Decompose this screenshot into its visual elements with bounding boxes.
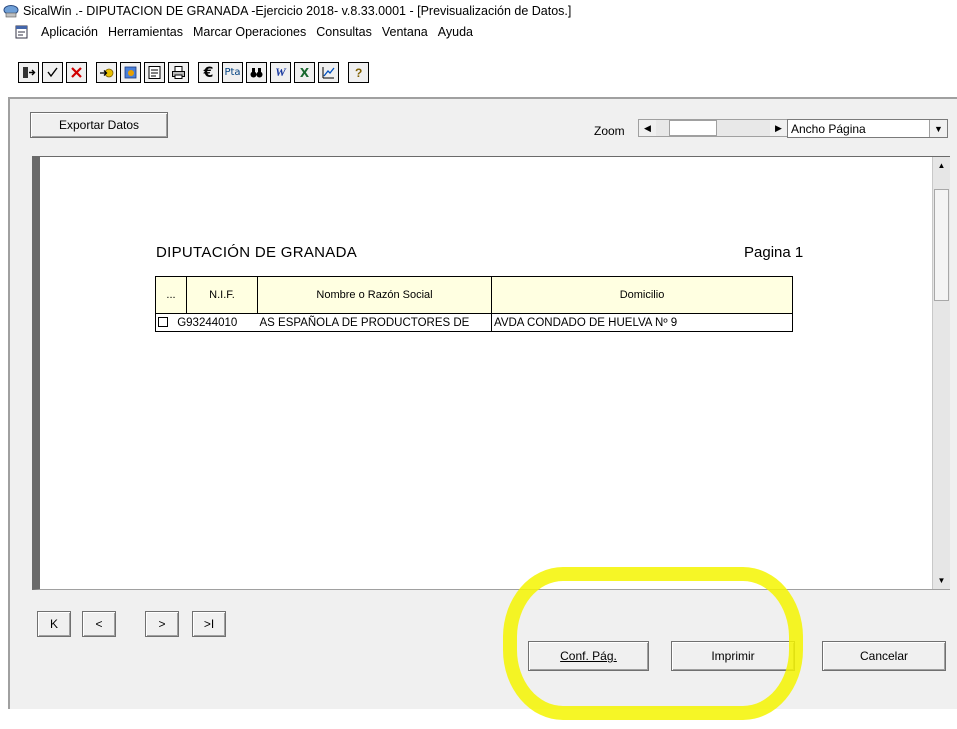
menu-marcar-operaciones[interactable]: Marcar Operaciones [188, 25, 311, 39]
binoculars-icon[interactable] [246, 62, 267, 83]
cancel-button[interactable]: Cancelar [822, 641, 946, 671]
preview-area: DIPUTACIÓN DE GRANADA Pagina 1 ... N.I.F… [32, 156, 950, 590]
cancel-x-icon[interactable] [66, 62, 87, 83]
chevron-down-icon[interactable]: ▼ [929, 120, 947, 137]
svg-text:?: ? [355, 66, 362, 80]
row-nif: G93244010 [177, 316, 238, 329]
scroll-down-arrow-icon[interactable]: ▼ [933, 572, 950, 589]
euro-icon[interactable]: € [198, 62, 219, 83]
window-title: SicalWin .- DIPUTACION DE GRANADA -Ejerc… [23, 4, 572, 18]
data-table: ... N.I.F. Nombre o Razón Social Domicil… [155, 276, 793, 332]
menu-aplicacion[interactable]: Aplicación [36, 25, 103, 39]
column-header-select: ... [155, 276, 187, 314]
word-icon[interactable]: W [270, 62, 291, 83]
menu-bar: Aplicación Herramientas Marcar Operacion… [0, 22, 957, 42]
app-icon [3, 3, 19, 19]
zoom-right-arrow-icon[interactable]: ▶ [770, 120, 787, 136]
last-page-button[interactable]: >I [192, 611, 226, 637]
vertical-scrollbar[interactable]: ▲ ▼ [932, 157, 950, 589]
first-page-button[interactable]: K [37, 611, 71, 637]
pesetas-icon[interactable]: Pta [222, 62, 243, 83]
menu-ventana[interactable]: Ventana [377, 25, 433, 39]
title-bar: SicalWin .- DIPUTACION DE GRANADA -Ejerc… [0, 0, 957, 22]
print-icon[interactable] [168, 62, 189, 83]
row-checkbox[interactable] [158, 317, 168, 328]
zoom-select-value: Ancho Página [791, 122, 866, 136]
zoom-slider[interactable]: ◀ ▶ [638, 119, 788, 137]
table-header-row: ... N.I.F. Nombre o Razón Social Domicil… [155, 276, 793, 314]
document-page-label: Pagina 1 [744, 244, 804, 261]
zoom-slider-thumb[interactable] [669, 120, 717, 136]
page-setup-button[interactable]: Conf. Pág. [528, 641, 649, 671]
print-button[interactable]: Imprimir [671, 641, 795, 671]
chart-icon[interactable] [318, 62, 339, 83]
document-window-icon[interactable] [14, 24, 30, 40]
exit-icon[interactable] [18, 62, 39, 83]
zoom-select[interactable]: Ancho Página ▼ [787, 119, 948, 138]
menu-consultas[interactable]: Consultas [311, 25, 377, 39]
row-domicilio: AVDA CONDADO DE HUELVA Nº 9 [491, 313, 793, 332]
table-row: G93244010 AS ESPAÑOLA DE PRODUCTORES DE … [155, 313, 793, 332]
document-title: DIPUTACIÓN DE GRANADA [156, 244, 358, 261]
excel-icon[interactable]: X [294, 62, 315, 83]
scroll-up-arrow-icon[interactable]: ▲ [933, 157, 950, 174]
export-data-button[interactable]: Exportar Datos [30, 112, 168, 138]
menu-ayuda[interactable]: Ayuda [433, 25, 478, 39]
vertical-scroll-thumb[interactable] [934, 189, 949, 301]
find-record-icon[interactable] [120, 62, 141, 83]
column-header-nif: N.I.F. [186, 276, 258, 314]
new-record-icon[interactable] [96, 62, 117, 83]
previous-page-button[interactable]: < [82, 611, 116, 637]
preview-window: Exportar Datos Zoom ◀ ▶ Ancho Página ▼ D… [8, 97, 957, 709]
next-page-button[interactable]: > [145, 611, 179, 637]
toolbar: € Pta W X ? [0, 42, 957, 94]
column-header-nombre: Nombre o Razón Social [257, 276, 492, 314]
row-nombre: AS ESPAÑOLA DE PRODUCTORES DE [257, 313, 492, 332]
zoom-left-arrow-icon[interactable]: ◀ [639, 120, 656, 136]
list-icon[interactable] [144, 62, 165, 83]
zoom-label: Zoom [594, 124, 625, 138]
menu-herramientas[interactable]: Herramientas [103, 25, 188, 39]
help-icon[interactable]: ? [348, 62, 369, 83]
column-header-domicilio: Domicilio [491, 276, 793, 314]
check-icon[interactable] [42, 62, 63, 83]
